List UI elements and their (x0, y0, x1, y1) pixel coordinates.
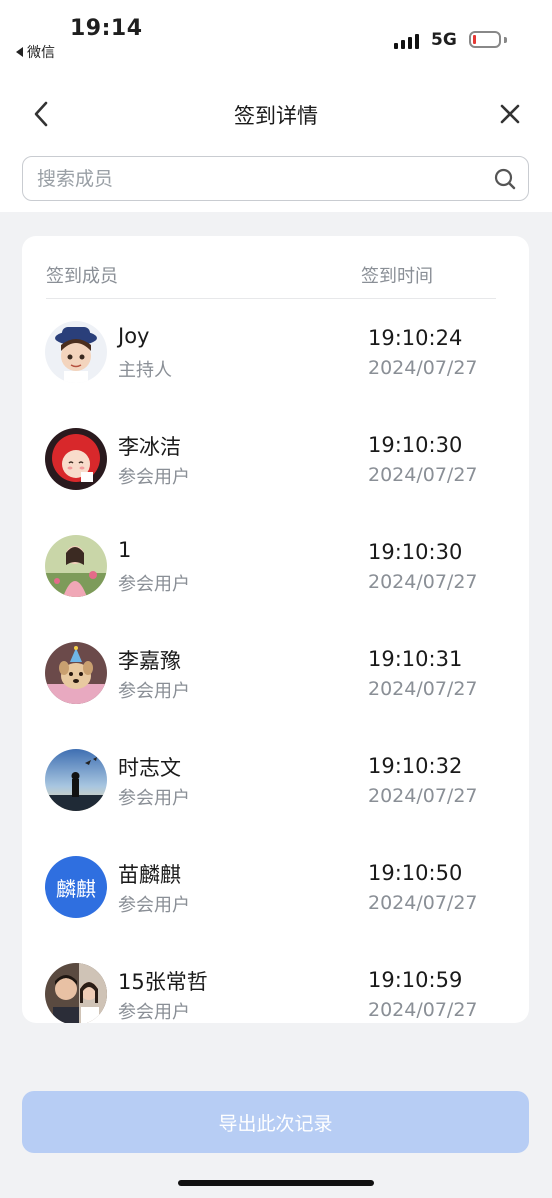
back-triangle-icon (16, 47, 23, 57)
close-icon (500, 104, 520, 124)
member-name: 1 (118, 538, 132, 562)
avatar (45, 428, 107, 490)
member-name: Joy (118, 324, 150, 348)
checkin-date: 2024/07/27 (368, 464, 478, 486)
member-role: 参会用户 (118, 895, 190, 916)
close-button[interactable] (496, 100, 524, 128)
member-row[interactable]: Joy 主持人 19:10:24 2024/07/27 (22, 298, 529, 405)
checkin-date: 2024/07/27 (368, 571, 478, 593)
member-name: 时志文 (118, 756, 181, 780)
checkin-time: 19:10:31 (368, 647, 463, 671)
avatar (45, 321, 107, 383)
checkin-time: 19:10:50 (368, 861, 463, 885)
member-role: 参会用户 (118, 467, 190, 488)
signal-icon (394, 33, 419, 49)
avatar (45, 963, 107, 1023)
member-role: 参会用户 (118, 1002, 190, 1023)
avatar (45, 642, 107, 704)
checkin-date: 2024/07/27 (368, 892, 478, 914)
member-role: 主持人 (118, 360, 172, 381)
avatar (45, 535, 107, 597)
export-records-button[interactable]: 导出此次记录 (22, 1091, 529, 1153)
checkin-time: 19:10:32 (368, 754, 463, 778)
search-box (22, 156, 529, 201)
nav-bar: 签到详情 (0, 86, 552, 142)
status-time: 19:14 (70, 16, 143, 41)
member-row[interactable]: 1 参会用户 19:10:30 2024/07/27 (22, 512, 529, 619)
member-row[interactable]: 15张常哲 参会用户 19:10:59 2024/07/27 (22, 940, 529, 1023)
member-role: 参会用户 (118, 574, 190, 595)
avatar: 麟麒 (45, 856, 107, 918)
member-name: 15张常哲 (118, 970, 208, 994)
battery-icon (469, 31, 501, 48)
avatar-text: 麟麒 (56, 876, 96, 901)
column-header-member: 签到成员 (46, 266, 118, 287)
network-label: 5G (431, 30, 457, 50)
member-row[interactable]: 时志文 参会用户 19:10:32 2024/07/27 (22, 726, 529, 833)
search-icon[interactable] (493, 167, 517, 191)
column-header-time: 签到时间 (361, 266, 433, 287)
member-row[interactable]: 李嘉豫 参会用户 19:10:31 2024/07/27 (22, 619, 529, 726)
battery-cap (504, 37, 507, 43)
top-area: 19:14 微信 5G 签到详情 (0, 0, 552, 212)
checkin-date: 2024/07/27 (368, 785, 478, 807)
back-to-app-link[interactable]: 微信 (16, 42, 55, 62)
checkin-time: 19:10:59 (368, 968, 463, 992)
checkin-date: 2024/07/27 (368, 357, 478, 379)
checkin-time: 19:10:30 (368, 433, 463, 457)
member-role: 参会用户 (118, 681, 190, 702)
avatar (45, 749, 107, 811)
member-row[interactable]: 李冰洁 参会用户 19:10:30 2024/07/27 (22, 405, 529, 512)
table-header: 签到成员 签到时间 (46, 258, 496, 299)
search-input[interactable] (35, 157, 479, 201)
checkin-list-card: 签到成员 签到时间 Joy 主持人 19:10:24 2024/07/27 李冰… (22, 236, 529, 1023)
home-indicator (178, 1180, 374, 1186)
checkin-time: 19:10:24 (368, 326, 463, 350)
member-name: 李冰洁 (118, 435, 181, 459)
member-role: 参会用户 (118, 788, 190, 809)
checkin-date: 2024/07/27 (368, 678, 478, 700)
page-title: 签到详情 (234, 104, 318, 128)
member-name: 苗麟麒 (118, 863, 181, 887)
member-name: 李嘉豫 (118, 649, 181, 673)
checkin-date: 2024/07/27 (368, 999, 478, 1021)
status-bar: 19:14 微信 5G (0, 0, 552, 70)
member-row[interactable]: 麟麒 苗麟麒 参会用户 19:10:50 2024/07/27 (22, 833, 529, 940)
back-app-label: 微信 (27, 45, 55, 61)
checkin-time: 19:10:30 (368, 540, 463, 564)
